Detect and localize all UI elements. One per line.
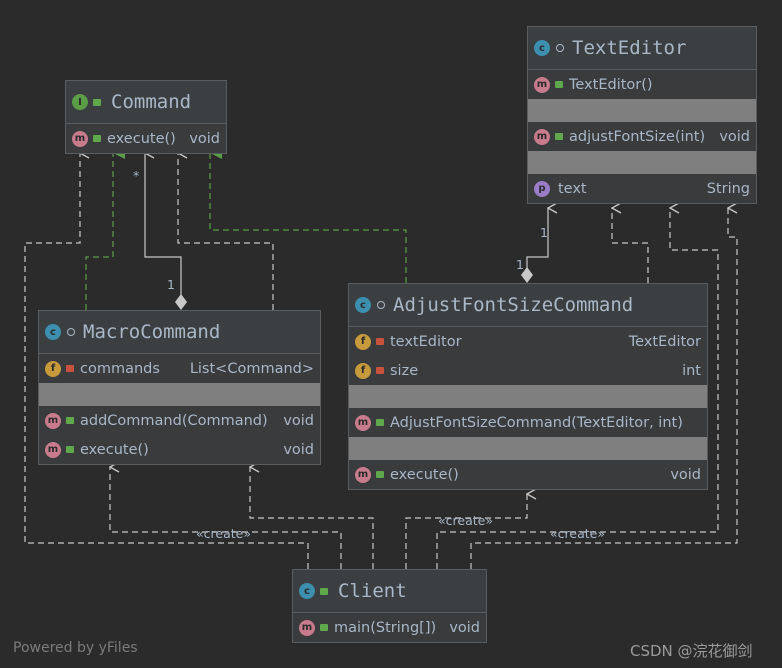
public-icon — [66, 417, 74, 424]
class-name: Client — [338, 580, 407, 602]
method-icon: m — [534, 128, 550, 145]
multiplicity-label: 1 — [167, 277, 175, 292]
agg-macro-command — [145, 153, 182, 296]
method-name: adjustFontSize(int) — [569, 128, 706, 145]
method-icon: m — [299, 619, 315, 636]
property-icon: p — [534, 180, 550, 197]
public-icon — [320, 624, 328, 631]
create-label: «create» — [438, 513, 493, 528]
method-name: execute() — [107, 130, 176, 147]
separator — [349, 437, 707, 460]
method-type: void — [670, 466, 701, 483]
private-icon — [376, 367, 384, 374]
constructor-name: AdjustFontSizeCommand(TextEditor, int) — [390, 414, 683, 431]
method-type: void — [283, 412, 314, 429]
field-type: String — [706, 180, 750, 197]
class-name: Command — [111, 91, 192, 113]
separator — [528, 151, 756, 174]
class-icon: c — [534, 40, 550, 56]
runnable-class-icon: c — [299, 583, 315, 599]
multiplicity-label: 1 — [516, 257, 524, 272]
class-texteditor[interactable]: c TextEditor m TextEditor() m adjustFontSiz… — [527, 26, 757, 204]
private-icon — [376, 338, 384, 345]
method-icon: m — [534, 76, 550, 93]
visibility-icon — [377, 301, 385, 309]
multiplicity-label: * — [133, 168, 140, 183]
class-command[interactable]: I Command m execute() void — [65, 80, 227, 154]
public-icon — [93, 98, 101, 106]
method-name: execute() — [390, 466, 459, 483]
method-name: addCommand(Command) — [80, 412, 268, 429]
visibility-icon — [67, 328, 75, 336]
dep-adjust-texteditor — [612, 208, 649, 283]
method-name: execute() — [80, 441, 149, 458]
multiplicity-label: 1 — [540, 225, 548, 240]
method-type: void — [189, 130, 220, 147]
public-icon — [320, 587, 328, 595]
method-type: void — [283, 441, 314, 458]
separator — [349, 385, 707, 408]
class-name: TextEditor — [572, 37, 687, 59]
method-icon: m — [72, 130, 88, 147]
field-name: size — [390, 362, 419, 379]
private-icon — [66, 365, 74, 372]
powered-by: Powered by yFiles — [13, 640, 138, 656]
method-icon: m — [355, 414, 371, 431]
field-icon: f — [355, 362, 371, 379]
public-icon — [66, 446, 74, 453]
method-type: void — [449, 619, 480, 636]
public-icon — [376, 471, 384, 478]
class-name: MacroCommand — [83, 321, 221, 343]
class-client[interactable]: c Client m main(String[]) void — [292, 569, 487, 643]
class-icon: c — [45, 324, 61, 340]
create-label: «create» — [550, 526, 605, 541]
field-name: textEditor — [390, 333, 462, 350]
watermark: CSDN @浣花御剑 — [630, 642, 753, 660]
diamond-macro — [175, 294, 187, 310]
field-icon: f — [355, 333, 371, 350]
field-type: TextEditor — [628, 333, 701, 350]
create-label: «create» — [196, 526, 251, 541]
method-icon: m — [355, 466, 371, 483]
method-icon: m — [45, 441, 61, 458]
interface-icon: I — [72, 94, 88, 110]
public-icon — [376, 419, 384, 426]
class-macrocommand[interactable]: c MacroCommand f commands List<Command> m ad… — [38, 310, 321, 465]
method-type: void — [719, 128, 750, 145]
class-icon: c — [355, 297, 371, 313]
field-type: int — [682, 362, 701, 379]
class-adjustfontsizecommand[interactable]: c AdjustFontSizeCommand f textEditor TextEd… — [348, 283, 708, 490]
separator — [528, 99, 756, 122]
visibility-icon — [556, 44, 564, 52]
field-name: commands — [80, 360, 160, 377]
field-icon: f — [45, 360, 61, 377]
dep-macro-command — [178, 153, 274, 310]
public-icon — [555, 81, 563, 88]
dep-client-macro-1 — [110, 467, 342, 569]
field-name: text — [558, 180, 587, 197]
dep-client-adjust — [405, 494, 527, 569]
realize-macro-command — [85, 147, 125, 310]
method-icon: m — [45, 412, 61, 429]
public-icon — [555, 133, 563, 140]
field-type: List<Command> — [189, 360, 314, 377]
public-icon — [93, 135, 101, 142]
separator — [39, 383, 320, 406]
realize-adjust-command — [209, 147, 407, 283]
constructor-name: TextEditor() — [569, 76, 653, 93]
method-name: main(String[]) — [334, 619, 437, 636]
class-name: AdjustFontSizeCommand — [393, 294, 634, 316]
